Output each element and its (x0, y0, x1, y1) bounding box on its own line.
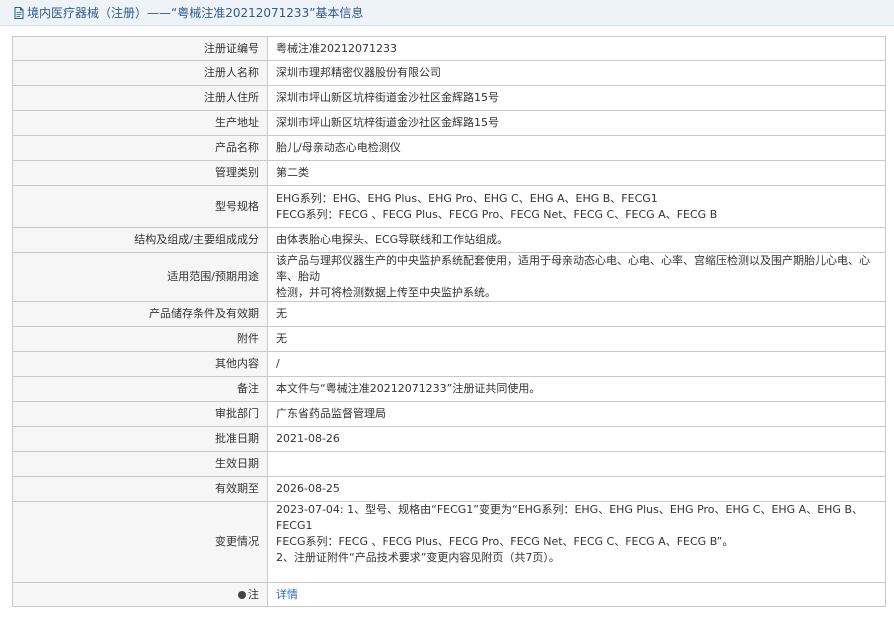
row-value-line: 胎儿/母亲动态心电检测仪 (276, 141, 401, 154)
row-value-line: 该产品与理邦仪器生产的中央监护系统配套使用，适用于母亲动态心电、心电、心率、宫缩… (276, 254, 870, 283)
detail-table: 注册证编号 粤械注准20212071233 注册人名称 深圳市理邦精密仪器股份有限公司… (12, 36, 886, 607)
row-value-note: 详情 (267, 582, 886, 607)
row-value: 粤械注准20212071233 (267, 36, 886, 61)
row-value: 深圳市理邦精密仪器股份有限公司 (267, 60, 886, 86)
table-row: 结构及组成/主要组成成分 由体表胎心电探头、ECG导联线和工作站组成。 (12, 227, 886, 253)
row-value: / (267, 351, 886, 377)
row-value-line: 广东省药品监督管理局 (276, 407, 386, 420)
page-title: 境内医疗器械（注册）——“粤械注准20212071233”基本信息 (27, 6, 364, 20)
table-row: 批准日期 2021-08-26 (12, 426, 886, 452)
table-row: 管理类别 第二类 (12, 160, 886, 186)
table-row: 有效期至 2026-08-25 (12, 476, 886, 502)
row-label: 生效日期 (12, 451, 268, 477)
detail-table-container: 注册证编号 粤械注准20212071233 注册人名称 深圳市理邦精密仪器股份有限公司… (12, 36, 886, 607)
table-row: 备注 本文件与“粤械注准20212071233”注册证共同使用。 (12, 376, 886, 402)
row-value-line: 粤械注准20212071233 (276, 41, 397, 55)
table-row: 产品名称 胎儿/母亲动态心电检测仪 (12, 135, 886, 161)
row-value-line: FECG系列：FECG 、FECG Plus、FECG Pro、FECG Net… (276, 207, 718, 221)
row-value-line: 2023-07-04: 1、型号、规格由“FECG1”变更为“EHG系列：EHG… (276, 503, 864, 532)
row-label: 注册人名称 (12, 60, 268, 86)
row-label: 产品名称 (12, 135, 268, 161)
table-row: 注册人名称 深圳市理邦精密仪器股份有限公司 (12, 60, 886, 86)
row-label: 变更情况 (12, 501, 268, 583)
row-value-line: 深圳市坪山新区坑梓街道金沙社区金辉路15号 (276, 116, 499, 129)
row-value: 2021-08-26 (267, 426, 886, 452)
table-row: 型号规格 EHG系列：EHG、EHG Plus、EHG Pro、EHG C、EHG… (12, 185, 886, 228)
note-icon (238, 590, 246, 599)
row-label: 产品储存条件及有效期 (12, 301, 268, 327)
row-value (267, 451, 886, 477)
row-label-note: 注 (12, 582, 268, 607)
row-value-line: 深圳市理邦精密仪器股份有限公司 (276, 66, 441, 79)
row-value: 胎儿/母亲动态心电检测仪 (267, 135, 886, 161)
row-value-line: 深圳市坪山新区坑梓街道金沙社区金辉路15号 (276, 91, 499, 104)
row-label: 管理类别 (12, 160, 268, 186)
row-value: 本文件与“粤械注准20212071233”注册证共同使用。 (267, 376, 886, 402)
table-row: 适用范围/预期用途 该产品与理邦仪器生产的中央监护系统配套使用，适用于母亲动态心电… (12, 252, 886, 302)
table-row: 审批部门 广东省药品监督管理局 (12, 401, 886, 427)
row-label: 其他内容 (12, 351, 268, 377)
row-label: 结构及组成/主要组成成分 (12, 227, 268, 253)
row-value-line: 本文件与“粤械注准20212071233”注册证共同使用。 (276, 382, 541, 395)
row-value: 广东省药品监督管理局 (267, 401, 886, 427)
page-header: 境内医疗器械（注册）——“粤械注准20212071233”基本信息 (0, 0, 894, 26)
row-value-line: 由体表胎心电探头、ECG导联线和工作站组成。 (276, 233, 509, 246)
row-value-line: 检测，并可将检测数据上传至中央监护系统。 (276, 286, 496, 299)
row-label: 有效期至 (12, 476, 268, 502)
row-value: 深圳市坪山新区坑梓街道金沙社区金辉路15号 (267, 110, 886, 136)
row-label: 备注 (12, 376, 268, 402)
row-label: 型号规格 (12, 185, 268, 228)
row-value: 无 (267, 301, 886, 327)
table-row: 产品储存条件及有效期无 (12, 301, 886, 327)
row-value: 第二类 (267, 160, 886, 186)
table-row: 附件无 (12, 326, 886, 352)
row-value-line: 无 (276, 307, 287, 320)
row-value-line: 2026-08-25 (276, 482, 340, 495)
row-value-line: 第二类 (276, 166, 309, 179)
row-label: 审批部门 (12, 401, 268, 427)
row-value: 深圳市坪山新区坑梓街道金沙社区金辉路15号 (267, 85, 886, 111)
row-label: 批准日期 (12, 426, 268, 452)
row-value-line: 2、注册证附件“产品技术要求”变更内容见附页（共7页）。 (276, 551, 560, 564)
row-label: 适用范围/预期用途 (12, 252, 268, 302)
table-row-note: 注 详情 (12, 582, 886, 607)
row-value: 2026-08-25 (267, 476, 886, 502)
row-value-line: 2021-08-26 (276, 432, 340, 445)
table-row: 注册人住所 深圳市坪山新区坑梓街道金沙社区金辉路15号 (12, 85, 886, 111)
table-row: 生产地址 深圳市坪山新区坑梓街道金沙社区金辉路15号 (12, 110, 886, 136)
row-label: 注册人住所 (12, 85, 268, 111)
row-value-line: 无 (276, 332, 287, 345)
row-value-line: FECG系列：FECG 、FECG Plus、FECG Pro、FECG Net… (276, 535, 734, 548)
detail-table-body: 注册证编号 粤械注准20212071233 注册人名称 深圳市理邦精密仪器股份有限公司… (12, 36, 886, 583)
table-row: 生效日期 (12, 451, 886, 477)
table-row: 其他内容 / (12, 351, 886, 377)
row-value: 由体表胎心电探头、ECG导联线和工作站组成。 (267, 227, 886, 253)
row-label: 附件 (12, 326, 268, 352)
row-value-line: EHG系列：EHG、EHG Plus、EHG Pro、EHG C、EHG A、E… (276, 191, 658, 205)
row-value-line: / (276, 357, 280, 370)
row-label: 生产地址 (12, 110, 268, 136)
row-label: 注册证编号 (12, 36, 268, 61)
row-value: 无 (267, 326, 886, 352)
row-value: 该产品与理邦仪器生产的中央监护系统配套使用，适用于母亲动态心电、心电、心率、宫缩… (267, 252, 886, 302)
table-row: 变更情况 2023-07-04: 1、型号、规格由“FECG1”变更为“EHG系列… (12, 501, 886, 583)
details-link[interactable]: 详情 (276, 588, 298, 601)
row-value-line (276, 566, 877, 582)
row-value-line (276, 456, 877, 472)
table-row: 注册证编号 粤械注准20212071233 (12, 36, 886, 61)
document-icon (14, 6, 24, 19)
row-value: 2023-07-04: 1、型号、规格由“FECG1”变更为“EHG系列：EHG… (267, 501, 886, 583)
row-value: EHG系列：EHG、EHG Plus、EHG Pro、EHG C、EHG A、E… (267, 185, 886, 228)
